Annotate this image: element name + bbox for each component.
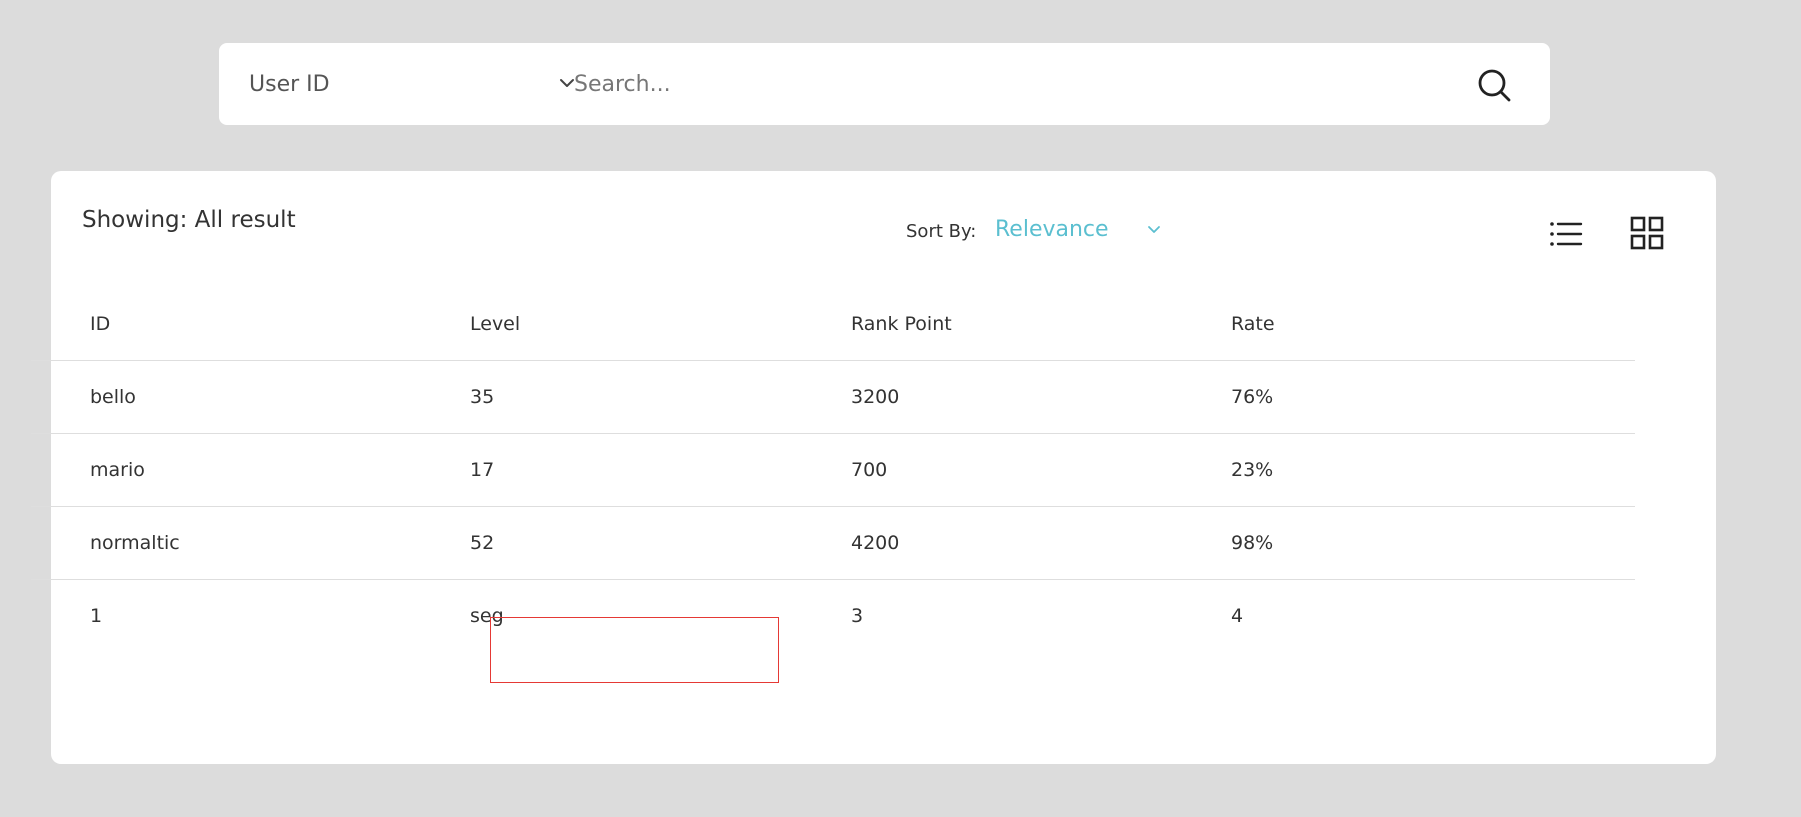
table-cell-level: 52 bbox=[470, 532, 495, 554]
table-row[interactable]: bello 35 3200 76% bbox=[31, 361, 1635, 434]
table-cell-level: seg bbox=[470, 605, 504, 627]
chevron-down-icon bbox=[1148, 226, 1160, 233]
table-cell-rate: 23% bbox=[1231, 459, 1274, 481]
table-cell-rate: 4 bbox=[1231, 605, 1244, 627]
results-table: ID Level Rank Point Rate bello 35 3200 7… bbox=[31, 288, 1635, 653]
column-header-rank-point: Rank Point bbox=[851, 313, 952, 335]
search-field-select-label: User ID bbox=[249, 71, 330, 97]
table-cell-id: 1 bbox=[90, 605, 103, 627]
table-row[interactable]: mario 17 700 23% bbox=[31, 434, 1635, 507]
search-input[interactable] bbox=[574, 64, 1454, 104]
search-bar: User ID bbox=[219, 43, 1550, 125]
sort-by-label: Sort By: bbox=[906, 221, 977, 242]
sort-select-value: Relevance bbox=[995, 217, 1109, 242]
column-header-id: ID bbox=[90, 313, 111, 335]
search-icon[interactable] bbox=[1474, 65, 1514, 105]
table-cell-id: mario bbox=[90, 459, 145, 481]
table-cell-rank-point: 3 bbox=[851, 605, 864, 627]
table-cell-rank-point: 4200 bbox=[851, 532, 900, 554]
table-row[interactable]: 1 seg 3 4 bbox=[31, 580, 1635, 653]
sort-select[interactable]: Relevance bbox=[995, 215, 1185, 251]
table-cell-rate: 98% bbox=[1231, 532, 1274, 554]
table-row[interactable]: normaltic 52 4200 98% bbox=[31, 507, 1635, 580]
search-field-select[interactable]: User ID bbox=[249, 43, 574, 125]
table-cell-rate: 76% bbox=[1231, 386, 1274, 408]
table-cell-id: bello bbox=[90, 386, 136, 408]
grid-view-icon[interactable] bbox=[1630, 216, 1664, 250]
table-cell-id: normaltic bbox=[90, 532, 180, 554]
table-cell-rank-point: 3200 bbox=[851, 386, 900, 408]
table-cell-level: 35 bbox=[470, 386, 495, 408]
table-cell-rank-point: 700 bbox=[851, 459, 888, 481]
results-count-label: Showing: All result bbox=[82, 207, 296, 233]
table-cell-level: 17 bbox=[470, 459, 495, 481]
column-header-level: Level bbox=[470, 313, 521, 335]
column-header-rate: Rate bbox=[1231, 313, 1275, 335]
list-view-icon[interactable] bbox=[1548, 218, 1584, 250]
table-header-row: ID Level Rank Point Rate bbox=[31, 288, 1635, 361]
